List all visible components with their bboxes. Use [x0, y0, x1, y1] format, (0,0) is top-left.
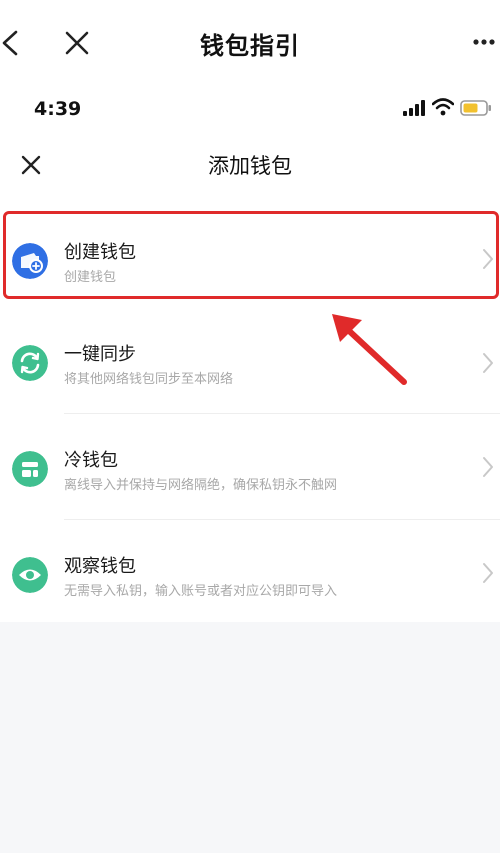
- page-header: 添加钱包: [0, 140, 500, 192]
- item-subtitle: 创建钱包: [64, 270, 117, 285]
- chevron-right-icon: [483, 457, 493, 477]
- item-subtitle: 无需导入私钥，输入账号或者对应公钥即可导入: [64, 584, 338, 599]
- battery-icon: [460, 100, 491, 116]
- item-subtitle: 将其他网络钱包同步至本网络: [64, 372, 234, 387]
- signal-icon: [403, 100, 425, 116]
- wifi-icon: [432, 98, 454, 116]
- item-subtitle: 离线导入并保持与网络隔绝，确保私钥永不触网: [64, 478, 338, 493]
- sync-icon: [12, 345, 48, 381]
- status-time: 4:39: [34, 98, 82, 120]
- annotation-arrow-icon: [332, 314, 407, 385]
- miniprogram-header: 钱包指引: [0, 0, 500, 86]
- item-title: 冷钱包: [64, 450, 118, 471]
- item-title: 一键同步: [64, 344, 136, 365]
- eye-icon: [12, 557, 48, 593]
- cold-wallet-icon: [12, 451, 48, 487]
- chevron-right-icon: [483, 353, 493, 373]
- wallet-add-icon: [12, 243, 48, 279]
- status-bar: 4:39: [0, 86, 500, 130]
- list-item-create-wallet[interactable]: 创建钱包 创建钱包: [0, 206, 500, 312]
- chevron-right-icon: [483, 563, 493, 583]
- empty-area: [0, 622, 500, 853]
- item-title: 创建钱包: [64, 242, 136, 263]
- list-item-sync[interactable]: 一键同步 将其他网络钱包同步至本网络: [0, 308, 500, 414]
- list-item-cold-wallet[interactable]: 冷钱包 离线导入并保持与网络隔绝，确保私钥永不触网: [0, 414, 500, 520]
- more-dots-icon[interactable]: [472, 36, 496, 48]
- page-title: 添加钱包: [208, 154, 292, 178]
- item-title: 观察钱包: [64, 556, 136, 577]
- miniprogram-title: 钱包指引: [200, 32, 300, 60]
- list-item-watch-wallet[interactable]: 观察钱包 无需导入私钥，输入账号或者对应公钥即可导入: [0, 520, 500, 626]
- chevron-right-icon: [483, 249, 493, 269]
